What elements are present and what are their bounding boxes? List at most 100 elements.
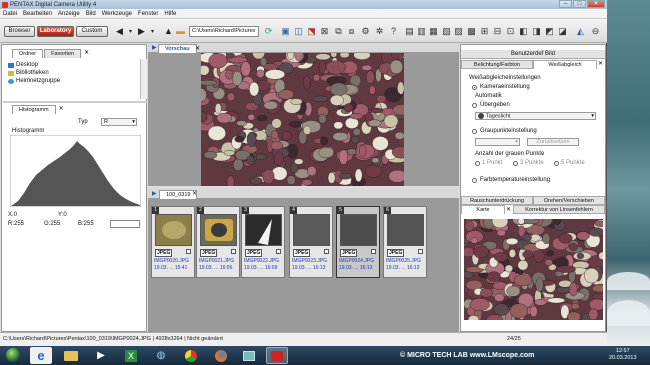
preview-close-icon[interactable]: ✕	[195, 45, 200, 52]
zoom-icon[interactable]: ⊖	[590, 25, 601, 37]
taskbar-excel-icon[interactable]: X	[120, 347, 142, 364]
radio-graupunkt[interactable]	[472, 129, 477, 134]
tab-karte[interactable]: Karte	[461, 205, 505, 214]
toolbar-icon-k[interactable]: ◨	[531, 25, 542, 37]
copy-icon[interactable]: ⧈	[346, 25, 357, 37]
toolbar-icon-m[interactable]: ◪	[557, 25, 568, 37]
help-icon[interactable]: ?	[388, 25, 399, 37]
thumbnail-item[interactable]: 6 JPEG IMGP0025.JPG 19.03. ... 16:13	[383, 206, 427, 278]
tab-histogramm[interactable]: Histogramm	[12, 105, 56, 114]
view-single-icon[interactable]: ▣	[280, 25, 291, 37]
wb-close-icon[interactable]: ✕	[598, 60, 603, 67]
radio-5-punkte[interactable]	[554, 161, 559, 166]
thumbnail-item[interactable]: 2 JPEG IMGP0021.JPG 19.03. ... 16:06	[196, 206, 240, 278]
thumbnail-item[interactable]: 1 JPEG IMGP0020.JPG 19.03. ... 15:41	[151, 206, 195, 278]
menu-werkzeuge[interactable]: Werkzeuge	[99, 11, 135, 17]
folder-icon[interactable]: ▬	[175, 25, 186, 37]
toolbar-icon-d[interactable]: ▧	[441, 25, 452, 37]
menu-anzeige[interactable]: Anzeige	[55, 11, 83, 17]
rotate-icon[interactable]: ⬔	[306, 25, 317, 37]
tab-benutzerdef-bild[interactable]: Benutzerdef Bild	[461, 50, 605, 59]
graupunkt-select[interactable]: ▾	[475, 138, 520, 146]
up-arrow-icon[interactable]: ▲	[163, 25, 174, 37]
menu-bild[interactable]: Bild	[83, 11, 99, 17]
radio-3-punkte[interactable]	[513, 161, 518, 166]
toolbar-icon-j[interactable]: ◧	[518, 25, 529, 37]
taskbar-pentax-icon[interactable]	[266, 347, 288, 364]
forward-arrow-icon[interactable]: ▶	[136, 25, 147, 37]
radio-uebergeben[interactable]	[472, 103, 477, 108]
thumbnail-item[interactable]: 3 JPEG IMGP0022.JPG 19.03. ... 16:09	[241, 206, 285, 278]
tab-rauschunterdrueckung[interactable]: Rauschunterdrückung	[461, 196, 533, 205]
thumb-checkbox[interactable]	[324, 249, 329, 254]
tree-item-desktop[interactable]: Desktop	[8, 62, 38, 68]
tageslicht-select[interactable]: Tageslicht ▾	[475, 112, 596, 120]
taskbar-ie-icon[interactable]: e	[30, 347, 52, 364]
histogram-view-icon[interactable]: ◭	[575, 25, 586, 37]
menu-fenster[interactable]: Fenster	[135, 11, 161, 17]
histogram-close-icon[interactable]: ✕	[59, 105, 64, 114]
develop-icon[interactable]: ⧉	[333, 25, 344, 37]
toolbar-icon-a[interactable]: ▤	[404, 25, 415, 37]
radio-farbtemp[interactable]	[472, 178, 477, 183]
typ-select[interactable]: R ▾	[101, 118, 137, 126]
taskbar-explorer-icon[interactable]	[60, 347, 82, 364]
mode-custom-button[interactable]: Custom	[76, 26, 108, 37]
tools-gear-icon[interactable]: ✲	[374, 25, 385, 37]
clock[interactable]: 12:57 20.03.2013	[609, 348, 637, 362]
panel-divider[interactable]	[3, 101, 147, 103]
tab-drehen[interactable]: Drehen/Verschieben	[533, 196, 605, 205]
taskbar-viewer-icon[interactable]	[238, 347, 260, 364]
back-dropdown-icon[interactable]: ▾	[125, 25, 136, 37]
taskbar-chrome-icon[interactable]	[180, 347, 202, 364]
thumbnail-item[interactable]: 4 JPEG IMGP0023.JPG 19.03. ... 16:13	[289, 206, 333, 278]
thumb-checkbox[interactable]	[418, 249, 423, 254]
thumb-checkbox[interactable]	[371, 249, 376, 254]
thumb-checkbox[interactable]	[231, 249, 236, 254]
path-input[interactable]: C:\Users\Richard\Pictures	[189, 26, 259, 37]
taskbar-network-icon[interactable]: ◍	[150, 347, 172, 364]
toolbar-icon-e[interactable]: ▨	[453, 25, 464, 37]
mode-browser-button[interactable]: Browser	[4, 26, 35, 37]
radio-kamera[interactable]	[472, 85, 477, 90]
toolbar-icon-i[interactable]: ⊡	[505, 25, 516, 37]
tab-favoriten[interactable]: Favoriten	[44, 49, 82, 58]
maximize-button[interactable]: □	[573, 0, 586, 8]
toolbar-icon-b[interactable]: ▥	[416, 25, 427, 37]
close-icon[interactable]: ✕	[84, 49, 89, 58]
tab-belichtung[interactable]: Belichtung/Farbton	[461, 60, 533, 69]
toolbar-icon-l[interactable]: ◩	[544, 25, 555, 37]
preview-image[interactable]	[201, 53, 404, 186]
forward-dropdown-icon[interactable]: ▾	[147, 25, 158, 37]
delete-icon[interactable]: ⊠	[319, 25, 330, 37]
toolbar-icon-c[interactable]: ▦	[428, 25, 439, 37]
tab-weissabgleich[interactable]: Weißabgleich	[533, 60, 597, 69]
refresh-icon[interactable]: ⟳	[263, 25, 274, 37]
thumbnail-item[interactable]: 5 JPEG IMGP0024.JPG 19.03. ... 16:13	[336, 206, 380, 278]
toolbar-icon-h[interactable]: ⊟	[492, 25, 503, 37]
karte-close-icon[interactable]: ✕	[506, 206, 511, 213]
zuruecksetzen-button[interactable]: Zurücksetzen	[527, 138, 579, 146]
minimize-button[interactable]: –	[559, 0, 572, 8]
mode-laboratory-button[interactable]: Laboratory	[37, 26, 74, 37]
tree-item-heimnetzgruppe[interactable]: Heimnetzgruppe	[8, 78, 60, 84]
taskbar-firefox-icon[interactable]	[210, 347, 232, 364]
thumb-checkbox[interactable]	[276, 249, 281, 254]
menu-datei[interactable]: Datei	[0, 11, 20, 17]
start-button[interactable]	[6, 348, 20, 362]
tab-korrektur[interactable]: Korrektur von Linsenfehlern	[513, 205, 605, 214]
tab-vorschau[interactable]: Vorschau	[158, 44, 197, 53]
close-button[interactable]: ✕	[587, 0, 605, 8]
menu-bearbeiten[interactable]: Bearbeiten	[20, 11, 55, 17]
tab-ordner[interactable]: Ordner	[12, 49, 44, 58]
tree-scrollbar[interactable]	[140, 59, 147, 99]
folder-tab-close-icon[interactable]: ✕	[192, 190, 197, 197]
navigator-image[interactable]	[464, 219, 603, 320]
toolbar-icon-g[interactable]: ⊞	[479, 25, 490, 37]
thumb-checkbox[interactable]	[186, 249, 191, 254]
toolbar-icon-f[interactable]: ▩	[466, 25, 477, 37]
view-compare-icon[interactable]: ◫	[293, 25, 304, 37]
tree-item-bibliotheken[interactable]: Bibliotheken	[8, 70, 49, 76]
back-arrow-icon[interactable]: ◀	[114, 25, 125, 37]
taskbar-media-icon[interactable]: ▶	[90, 347, 112, 364]
